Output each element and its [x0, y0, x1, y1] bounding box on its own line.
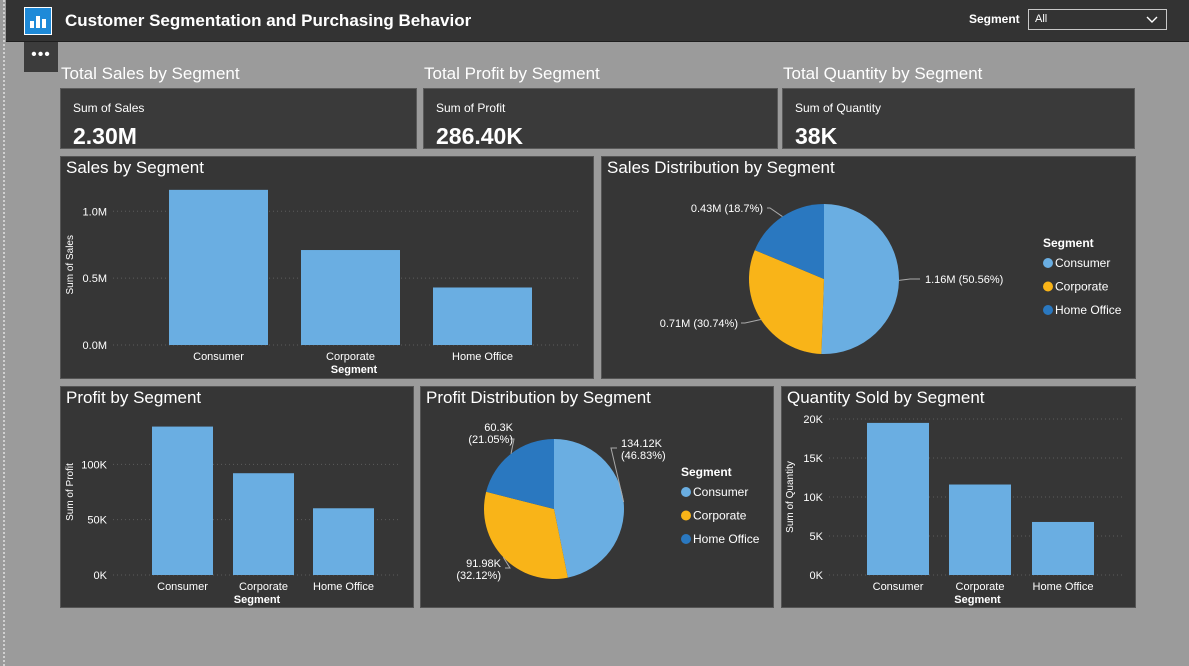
bar[interactable]: [1032, 521, 1094, 575]
data-label: (46.83%): [621, 450, 666, 462]
legend-marker: [1043, 281, 1053, 292]
kpi-title-profit: Total Profit by Segment: [424, 64, 600, 83]
canvas-edge: [3, 0, 5, 666]
legend-item[interactable]: Consumer: [693, 485, 748, 499]
legend-marker: [1043, 305, 1053, 315]
chart-title: Profit Distribution by Segment: [426, 388, 651, 407]
report-title: Customer Segmentation and Purchasing Beh…: [65, 11, 472, 30]
legend-item[interactable]: Corporate: [693, 509, 747, 523]
quantity-sold-chart[interactable]: 0K 5K 10K 15K 20K Consumer Corporate Home Offic…: [781, 386, 1136, 608]
leader-line: [767, 207, 783, 217]
x-tick-label: Corporate: [956, 581, 1005, 593]
sales-distribution-chart[interactable]: 1.16M (50.56%) 0.71M (30.74%) 0.43M (18.7%…: [601, 156, 1136, 379]
y-tick-label: 0.0M: [83, 340, 107, 352]
kpi-label-profit: Sum of Profit: [436, 101, 506, 115]
legend-marker: [681, 534, 691, 544]
x-axis-title: Segment: [234, 594, 281, 606]
x-tick-label: Consumer: [157, 581, 208, 593]
bar[interactable]: [313, 508, 374, 575]
y-tick-label: 5K: [810, 531, 824, 543]
profit-distribution-chart[interactable]: 134.12K (46.83%) 91.98K (32.12%) 60.3K (21.05…: [420, 386, 774, 608]
y-tick-label: 0K: [810, 570, 824, 582]
kpi-label-sales: Sum of Sales: [73, 101, 145, 115]
y-tick-label: 15K: [803, 453, 823, 465]
kpi-title-sales: Total Sales by Segment: [61, 64, 240, 83]
bar[interactable]: [301, 250, 400, 345]
kpi-card-quantity[interactable]: Sum of Quantity 38K: [782, 88, 1135, 149]
data-label: 60.3K: [484, 422, 513, 434]
kpi-value-sales: 2.30M: [73, 123, 137, 149]
leader-line: [741, 318, 761, 324]
kpi-label-quantity: Sum of Quantity: [795, 101, 882, 115]
data-label: 0.43M (18.7%): [691, 203, 763, 215]
bar[interactable]: [867, 422, 929, 575]
segment-filter-label: Segment: [969, 12, 1020, 26]
bar[interactable]: [949, 484, 1011, 575]
data-label: 91.98K: [466, 558, 502, 570]
x-tick-label: Consumer: [873, 581, 924, 593]
x-tick-label: Corporate: [326, 351, 375, 363]
kpi-value-quantity: 38K: [795, 123, 838, 149]
bar[interactable]: [433, 287, 532, 345]
chart-title: Profit by Segment: [66, 388, 202, 407]
kpi-card-sales[interactable]: Sum of Sales 2.30M: [60, 88, 417, 149]
y-axis-title: Sum of Profit: [65, 463, 76, 521]
legend-marker: [1043, 258, 1053, 268]
kpi-card-profit[interactable]: Sum of Profit 286.40K: [423, 88, 778, 149]
legend-title: Segment: [681, 465, 732, 479]
bar[interactable]: [233, 473, 294, 575]
y-tick-label: 1.0M: [83, 206, 107, 218]
profit-by-segment-chart[interactable]: 0K 50K 100K Consumer Corporate Home Office Seg…: [60, 386, 414, 608]
leader-line: [898, 278, 920, 281]
segment-filter-dropdown[interactable]: All: [1028, 9, 1167, 30]
report-header: Customer Segmentation and Purchasing Beh…: [6, 0, 1189, 42]
bar-chart-icon: [24, 7, 52, 35]
bar[interactable]: [152, 426, 213, 575]
y-axis-title: Sum of Quantity: [785, 461, 796, 533]
data-label: 1.16M (50.56%): [925, 274, 1003, 286]
y-tick-label: 50K: [87, 515, 107, 527]
more-options-button[interactable]: •••: [24, 42, 58, 72]
y-tick-label: 100K: [81, 459, 107, 471]
y-tick-label: 20K: [803, 414, 823, 426]
data-label: 134.12K: [621, 438, 663, 450]
legend-item[interactable]: Home Office: [1055, 303, 1122, 317]
pie-slice[interactable]: [821, 204, 899, 354]
x-axis-title: Segment: [331, 364, 378, 376]
y-tick-label: 0.5M: [83, 273, 107, 285]
x-axis-title: Segment: [954, 594, 1001, 606]
sales-by-segment-chart[interactable]: 0.0M 0.5M 1.0M Consumer Corporate Home Office…: [60, 156, 594, 379]
legend-item[interactable]: Corporate: [1055, 280, 1109, 294]
legend-item[interactable]: Home Office: [693, 532, 760, 546]
x-tick-label: Home Office: [1033, 581, 1094, 593]
chevron-down-icon: [1146, 16, 1158, 23]
y-axis-title: Sum of Sales: [65, 235, 76, 294]
x-tick-label: Consumer: [193, 351, 244, 363]
kpi-value-profit: 286.40K: [436, 123, 523, 149]
data-label: 0.71M (30.74%): [660, 318, 738, 330]
bar[interactable]: [169, 189, 268, 345]
y-tick-label: 0K: [94, 570, 108, 582]
x-tick-label: Corporate: [239, 581, 288, 593]
x-tick-label: Home Office: [313, 581, 374, 593]
kpi-title-quantity: Total Quantity by Segment: [783, 64, 983, 83]
x-tick-label: Home Office: [452, 351, 513, 363]
chart-title: Quantity Sold by Segment: [787, 388, 985, 407]
legend-title: Segment: [1043, 236, 1094, 250]
segment-filter-value: All: [1035, 13, 1048, 25]
data-label: (32.12%): [456, 570, 501, 582]
chart-title: Sales by Segment: [66, 158, 204, 177]
chart-title: Sales Distribution by Segment: [607, 158, 835, 177]
y-tick-label: 10K: [803, 492, 823, 504]
legend-marker: [681, 487, 691, 497]
legend-item[interactable]: Consumer: [1055, 256, 1110, 270]
legend-marker: [681, 510, 691, 521]
data-label: (21.05%): [468, 434, 513, 446]
